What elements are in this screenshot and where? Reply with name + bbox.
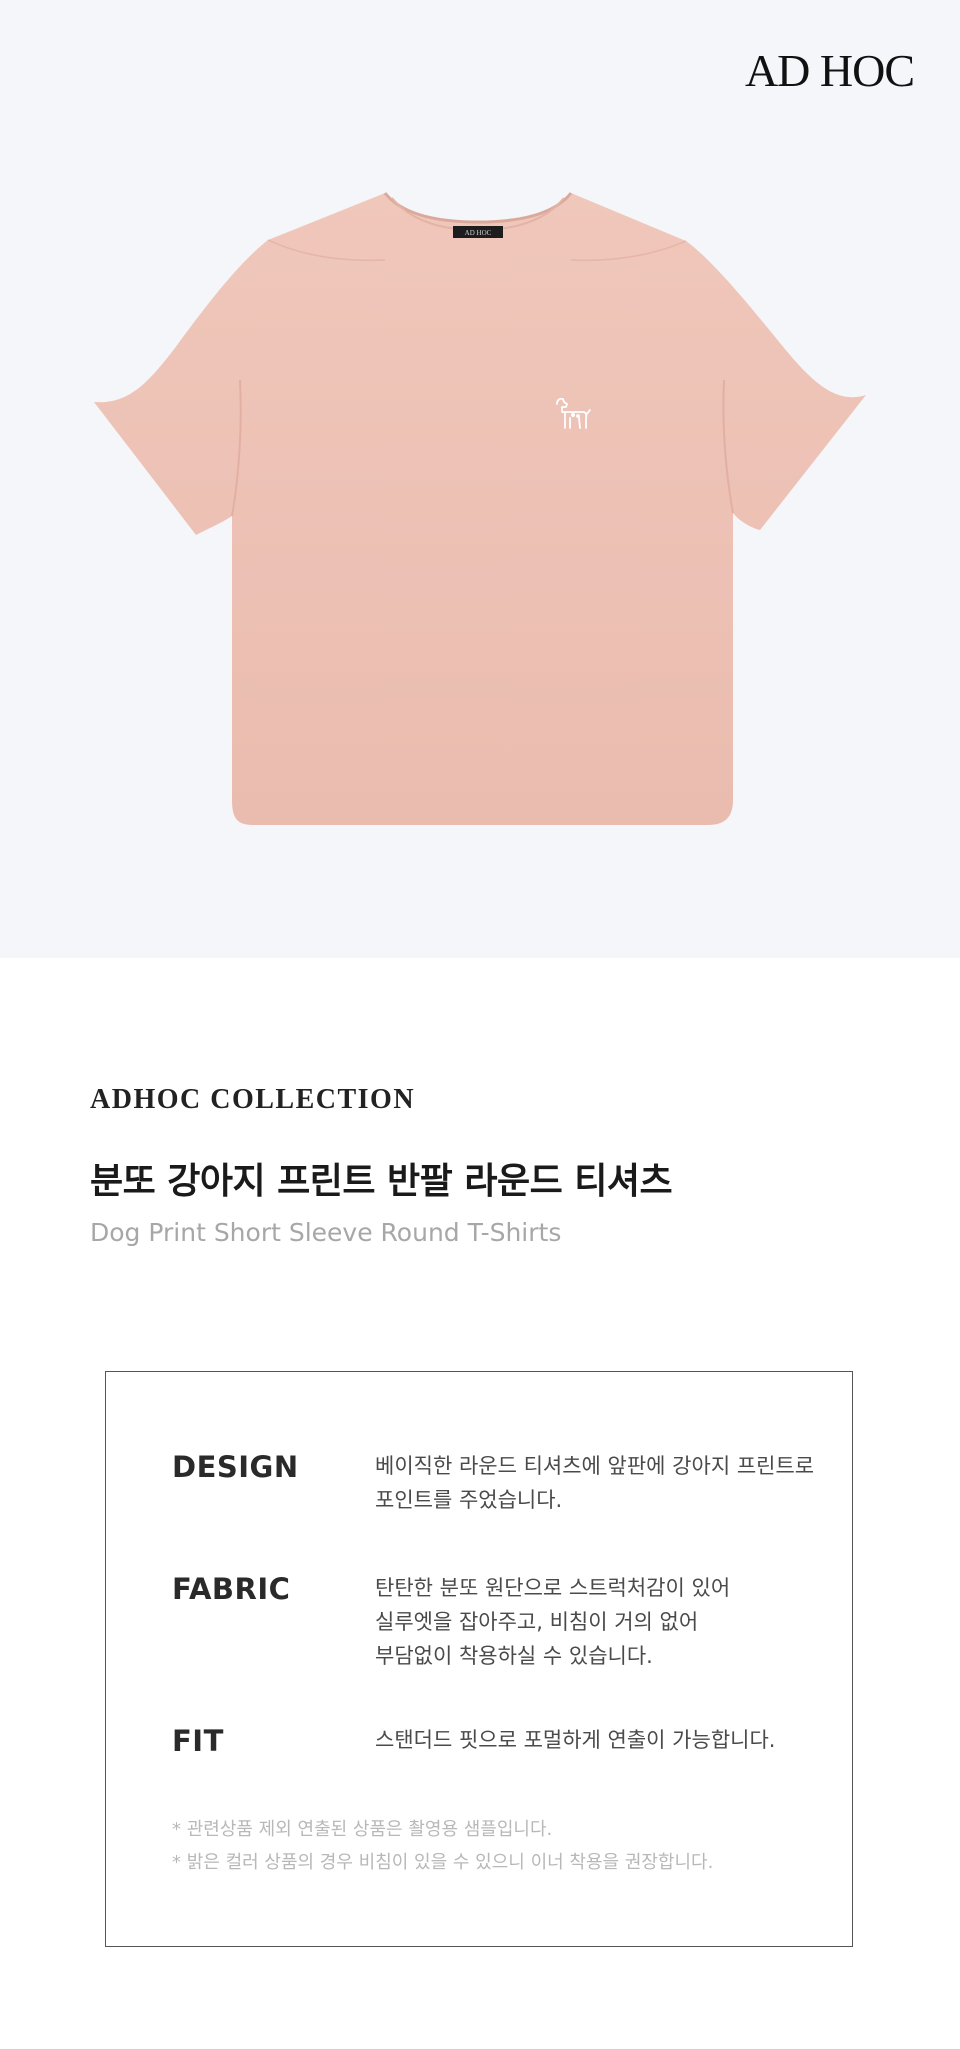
detail-key: FABRIC [172, 1572, 291, 1606]
detail-line: 스탠더드 핏으로 포멀하게 연출이 가능합니다. [375, 1728, 776, 1752]
collection-label: ADHOC COLLECTION [90, 1084, 416, 1115]
detail-key: DESIGN [172, 1450, 299, 1484]
detail-line: 포인트를 주었습니다. [375, 1488, 563, 1512]
note-line: * 관련상품 제외 연출된 상품은 촬영용 샘플입니다. [172, 1819, 553, 1840]
product-title: 분또 강아지 프린트 반팔 라운드 티셔츠 [90, 1161, 673, 1202]
detail-value: 베이직한 라운드 티셔츠에 앞판에 강아지 프린트로 포인트를 주었습니다. [375, 1449, 855, 1517]
tshirt-body [94, 193, 866, 825]
detail-line: 탄탄한 분또 원단으로 스트럭처감이 있어 [375, 1576, 731, 1600]
product-subtitle: Dog Print Short Sleeve Round T-Shirts [90, 1218, 562, 1247]
note-line: * 밝은 컬러 상품의 경우 비침이 있을 수 있으니 이너 착용을 권장합니다… [172, 1852, 714, 1873]
neck-label: AD HOC [453, 226, 503, 238]
notes: * 관련상품 제외 연출된 상품은 촬영용 샘플입니다. * 밝은 컬러 상품의… [172, 1813, 713, 1879]
detail-line: 베이직한 라운드 티셔츠에 앞판에 강아지 프린트로 [375, 1454, 815, 1478]
product-info-box: DESIGN 베이직한 라운드 티셔츠에 앞판에 강아지 프린트로 포인트를 주… [105, 1371, 853, 1947]
detail-line: 실루엣을 잡아주고, 비침이 거의 없어 [375, 1610, 699, 1634]
detail-key: FIT [172, 1724, 224, 1758]
neck-label-text: AD HOC [465, 229, 492, 237]
detail-line: 부담없이 착용하실 수 있습니다. [375, 1644, 653, 1668]
detail-value: 스탠더드 핏으로 포멀하게 연출이 가능합니다. [375, 1723, 855, 1757]
hero-section: AD HOC AD HOC [0, 0, 960, 958]
detail-value: 탄탄한 분또 원단으로 스트럭처감이 있어 실루엣을 잡아주고, 비침이 거의 … [375, 1571, 855, 1673]
product-image: AD HOC [94, 192, 866, 825]
